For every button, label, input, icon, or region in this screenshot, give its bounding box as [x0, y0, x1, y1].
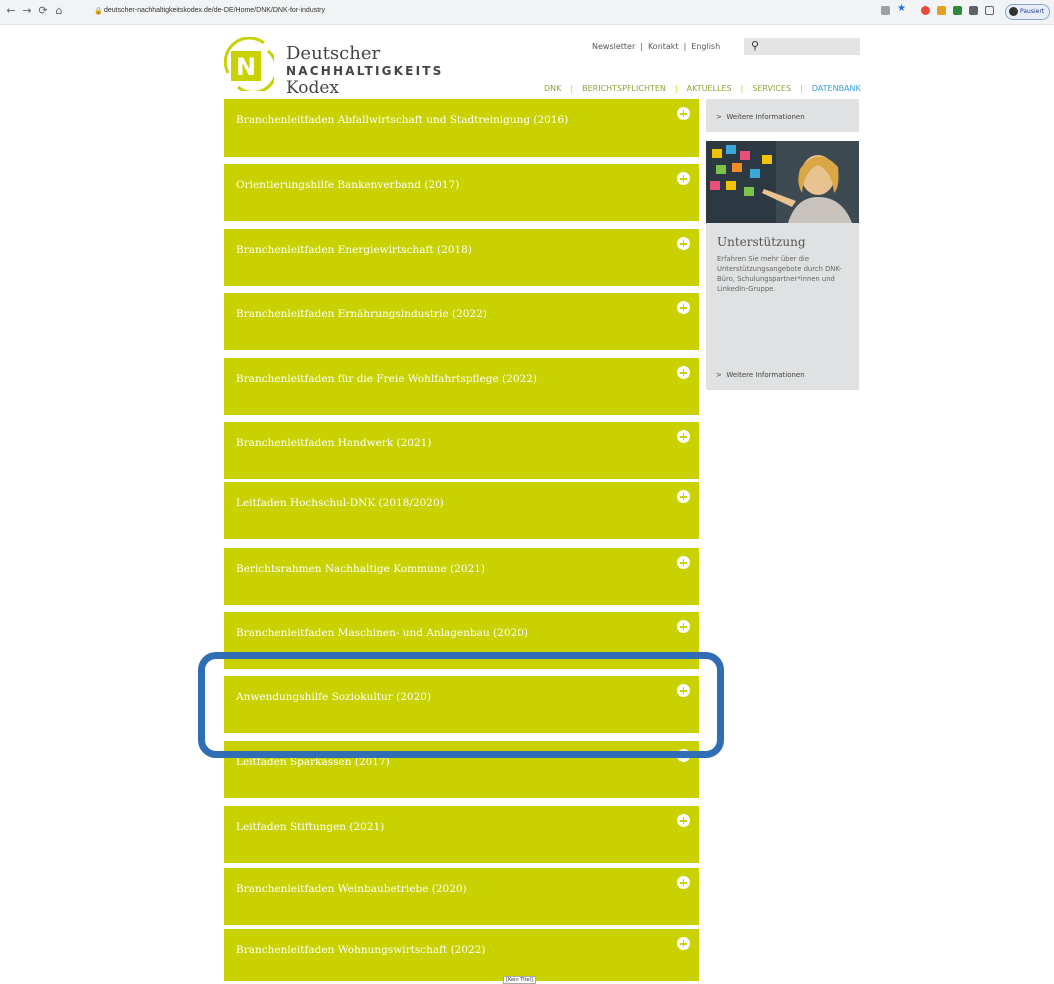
logo-mark: N — [223, 36, 278, 94]
profile-label: Pausiert — [1020, 8, 1045, 15]
expand-plus-icon[interactable] — [677, 172, 690, 185]
logo-line-3: Kodex — [286, 78, 340, 98]
extension-icon[interactable] — [953, 6, 962, 15]
woman-with-sticky-notes-image — [706, 141, 859, 223]
browser-toolbar: ← → ⟳ ⌂ 🔒 deutscher-nachhaltigkeitskodex… — [0, 0, 1054, 25]
accordion-item[interactable]: Branchenleitfaden Weinbaubetriebe (2020) — [224, 868, 699, 925]
sidepanel-icon[interactable] — [985, 6, 994, 15]
accordion-title: Branchenleitfaden Maschinen- und Anlagen… — [236, 627, 528, 639]
expand-plus-icon[interactable] — [677, 876, 690, 889]
accordion-item[interactable]: Branchenleitfaden Abfallwirtschaft und S… — [224, 99, 699, 157]
forward-icon[interactable]: → — [20, 4, 34, 18]
support-teaser-image[interactable] — [706, 141, 859, 223]
english-link[interactable]: English — [691, 42, 720, 51]
accordion-title: Orientierungshilfe Bankenverband (2017) — [236, 179, 460, 191]
profile-button[interactable]: Pausiert — [1005, 4, 1051, 20]
nav-aktuelles[interactable]: AKTUELLES — [687, 84, 732, 93]
expand-plus-icon[interactable] — [677, 366, 690, 379]
accordion-title: Branchenleitfaden für die Freie Wohlfahr… — [236, 373, 537, 385]
accordion-item[interactable]: Branchenleitfaden Ernährungsindustrie (2… — [224, 293, 699, 350]
support-description: Erfahren Sie mehr über die Unterstützung… — [717, 255, 842, 293]
utility-nav: Newsletter | Kontakt | English — [592, 42, 720, 52]
accordion-title: Berichtsrahmen Nachhaltige Kommune (2021… — [236, 563, 485, 575]
avatar — [1009, 7, 1018, 16]
accordion-title: Branchenleitfaden Energiewirtschaft (201… — [236, 244, 472, 256]
nav-dnk[interactable]: DNK — [544, 84, 561, 93]
expand-plus-icon[interactable] — [677, 430, 690, 443]
kontakt-link[interactable]: Kontakt — [648, 42, 679, 51]
svg-text:N: N — [236, 53, 256, 81]
nav-services[interactable]: SERVICES — [752, 84, 791, 93]
newsletter-link[interactable]: Newsletter — [592, 42, 635, 51]
highlight-annotation — [198, 652, 724, 758]
accordion-title: Branchenleitfaden Wohnungswirtschaft (20… — [236, 944, 486, 956]
back-icon[interactable]: ← — [4, 4, 18, 18]
search-icon[interactable]: ⚲ — [751, 39, 759, 52]
lock-icon[interactable]: 🔒 — [94, 5, 103, 17]
share-icon[interactable] — [881, 6, 890, 15]
site-logo[interactable]: N — [223, 36, 278, 94]
accordion-item[interactable]: Branchenleitfaden Wohnungswirtschaft (20… — [224, 929, 699, 981]
expand-plus-icon[interactable] — [677, 237, 690, 250]
divider: | — [640, 42, 643, 51]
accordion-item[interactable]: Branchenleitfaden Energiewirtschaft (201… — [224, 229, 699, 286]
expand-plus-icon[interactable] — [677, 937, 690, 950]
accordion-item[interactable]: Berichtsrahmen Nachhaltige Kommune (2021… — [224, 548, 699, 605]
divider: | — [800, 84, 803, 93]
divider: | — [570, 84, 574, 93]
accordion-item[interactable]: Orientierungshilfe Bankenverband (2017) — [224, 164, 699, 221]
sidebar-info-box: > Weitere Informationen — [706, 99, 859, 132]
link-label: Weitere Informationen — [726, 113, 805, 121]
accordion-item[interactable]: Branchenleitfaden Handwerk (2021) — [224, 422, 699, 479]
reload-icon[interactable]: ⟳ — [36, 4, 50, 18]
home-icon[interactable]: ⌂ — [52, 4, 66, 18]
nav-datenbank[interactable]: DATENBANK — [812, 84, 861, 93]
weitere-informationen-link[interactable]: > Weitere Informationen — [716, 112, 805, 122]
support-teaser: Unterstützung Erfahren Sie mehr über die… — [706, 223, 859, 390]
accordion-item[interactable]: Branchenleitfaden für die Freie Wohlfahr… — [224, 358, 699, 415]
divider: | — [674, 84, 678, 93]
accordion-title: Branchenleitfaden Abfallwirtschaft und S… — [236, 114, 569, 126]
bookmark-star-icon[interactable]: ★ — [897, 3, 906, 14]
extension-icon[interactable] — [921, 6, 930, 15]
accordion-title: Leitfaden Hochschul-DNK (2018/2020) — [236, 497, 444, 509]
weitere-informationen-link[interactable]: > Weitere Informationen — [716, 370, 805, 380]
link-label: Weitere Informationen — [726, 371, 805, 379]
extension-icon[interactable] — [937, 6, 946, 15]
expand-plus-icon[interactable] — [677, 490, 690, 503]
support-title: Unterstützung — [717, 235, 806, 249]
accordion-title: Branchenleitfaden Weinbaubetriebe (2020) — [236, 883, 467, 895]
expand-plus-icon[interactable] — [677, 107, 690, 120]
logo-line-1: Deutscher — [286, 43, 381, 64]
extensions-puzzle-icon[interactable] — [969, 6, 978, 15]
accordion-title: Leitfaden Stiftungen (2021) — [236, 821, 385, 833]
tooltip: [Kein Titel] — [503, 976, 536, 984]
main-nav: DNK | BERICHTSPFLICHTEN | AKTUELLES | SERVICES… — [544, 84, 861, 94]
accordion-item[interactable]: Leitfaden Stiftungen (2021) — [224, 806, 699, 863]
expand-plus-icon[interactable] — [677, 814, 690, 827]
nav-berichtspflichten[interactable]: BERICHTSPFLICHTEN — [582, 84, 666, 93]
expand-plus-icon[interactable] — [677, 620, 690, 633]
expand-plus-icon[interactable] — [677, 556, 690, 569]
divider: | — [740, 84, 744, 93]
accordion-title: Branchenleitfaden Handwerk (2021) — [236, 437, 432, 449]
expand-plus-icon[interactable] — [677, 301, 690, 314]
logo-line-2: NACHHALTIGKEITS — [286, 64, 444, 78]
address-bar[interactable]: deutscher-nachhaltigkeitskodex.de/de-DE/… — [104, 5, 325, 17]
search-input[interactable]: ⚲ — [744, 38, 860, 55]
accordion-item[interactable]: Leitfaden Hochschul-DNK (2018/2020) — [224, 482, 699, 539]
divider: | — [683, 42, 687, 51]
accordion-title: Branchenleitfaden Ernährungsindustrie (2… — [236, 308, 487, 320]
